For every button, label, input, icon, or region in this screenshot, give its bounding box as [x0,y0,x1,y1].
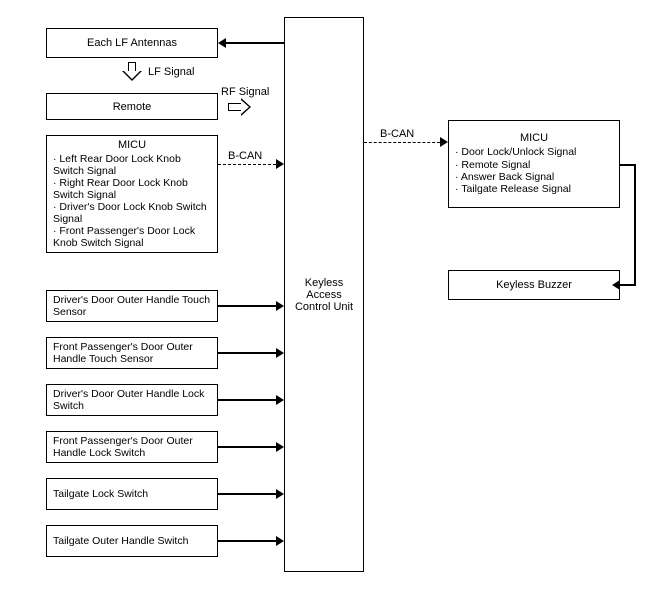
left-micu-item: Left Rear Door Lock Knob Switch Signal [53,153,211,177]
sensor-text: Front Passenger's Door Outer Handle Touc… [53,341,211,365]
box-left-micu: MICU Left Rear Door Lock Knob Switch Sig… [46,135,218,253]
box-sensor-0: Driver's Door Outer Handle Touch Sensor [46,290,218,322]
right-micu-item: Remote Signal [455,159,613,171]
text-remote: Remote [113,101,152,113]
arrow-s4 [276,489,284,499]
conn-micu-out-v [634,164,636,286]
box-right-micu: MICU Door Lock/Unlock Signal Remote Sign… [448,120,620,208]
conn-kacu-antennas [226,42,284,44]
box-lf-antennas: Each LF Antennas [46,28,218,58]
arrow-rf-signal [228,98,252,116]
arrow-s2 [276,395,284,405]
text-lf-antennas: Each LF Antennas [87,37,177,49]
sensor-text: Tailgate Lock Switch [53,488,211,500]
arrow-s3 [276,442,284,452]
left-micu-item: Right Rear Door Lock Knob Switch Signal [53,177,211,201]
conn-buzzer-in-h [620,284,636,286]
arrow-kacu-antennas [218,38,226,48]
conn-s1 [218,352,276,354]
label-right-bcan: B-CAN [380,128,414,140]
conn-s3 [218,446,276,448]
left-micu-title: MICU [53,139,211,151]
label-left-bcan: B-CAN [228,150,262,162]
right-micu-item: Tailgate Release Signal [455,183,613,195]
box-sensor-4: Tailgate Lock Switch [46,478,218,510]
right-micu-item: Answer Back Signal [455,171,613,183]
box-sensor-5: Tailgate Outer Handle Switch [46,525,218,557]
text-buzzer: Keyless Buzzer [496,279,572,291]
left-micu-item: Driver's Door Lock Knob Switch Signal [53,201,211,225]
sensor-text: Driver's Door Outer Handle Lock Switch [53,388,211,412]
box-remote: Remote [46,93,218,120]
arrow-s5 [276,536,284,546]
label-rf-signal: RF Signal [221,86,269,98]
conn-left-bcan [218,164,276,165]
left-micu-item: Front Passenger's Door Lock Knob Switch … [53,225,211,249]
arrow-s0 [276,301,284,311]
conn-s5 [218,540,276,542]
arrow-lf-signal [122,62,142,82]
arrow-right-bcan [440,137,448,147]
diagram-canvas: Each LF Antennas Remote MICU Left Rear D… [0,0,658,605]
conn-s2 [218,399,276,401]
arrow-buzzer-in [612,280,620,290]
conn-s4 [218,493,276,495]
box-sensor-3: Front Passenger's Door Outer Handle Lock… [46,431,218,463]
box-buzzer: Keyless Buzzer [448,270,620,300]
box-kacu: Keyless Access Control Unit [284,17,364,572]
right-micu-item: Door Lock/Unlock Signal [455,146,613,158]
arrow-left-bcan [276,159,284,169]
label-lf-signal: LF Signal [148,66,194,78]
conn-s0 [218,305,276,307]
sensor-text: Tailgate Outer Handle Switch [53,535,211,547]
conn-right-bcan [364,142,440,143]
text-kacu: Keyless Access Control Unit [291,277,357,313]
arrow-s1 [276,348,284,358]
sensor-text: Front Passenger's Door Outer Handle Lock… [53,435,211,459]
sensor-text: Driver's Door Outer Handle Touch Sensor [53,294,211,318]
box-sensor-2: Driver's Door Outer Handle Lock Switch [46,384,218,416]
box-sensor-1: Front Passenger's Door Outer Handle Touc… [46,337,218,369]
right-micu-title: MICU [455,132,613,144]
